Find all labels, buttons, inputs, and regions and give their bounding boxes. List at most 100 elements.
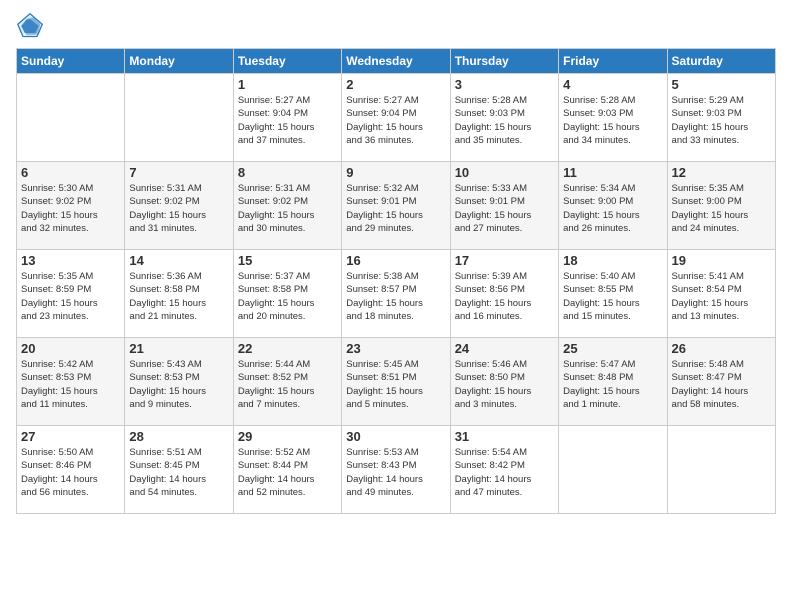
weekday-header: Tuesday: [233, 49, 341, 74]
day-number: 11: [563, 165, 662, 180]
calendar-cell: 25 Sunrise: 5:47 AMSunset: 8:48 PMDayligh…: [559, 338, 667, 426]
day-info: Sunrise: 5:34 AMSunset: 9:00 PMDaylight:…: [563, 182, 662, 235]
weekday-header: Sunday: [17, 49, 125, 74]
day-info: Sunrise: 5:50 AMSunset: 8:46 PMDaylight:…: [21, 446, 120, 499]
calendar-cell: 2Sunrise: 5:27 AMSunset: 9:04 PMDaylight…: [342, 74, 450, 162]
calendar-cell: 16 Sunrise: 5:38 AMSunset: 8:57 PMDayligh…: [342, 250, 450, 338]
day-info: Sunrise: 5:42 AMSunset: 8:53 PMDaylight:…: [21, 358, 120, 411]
day-number: 8: [238, 165, 337, 180]
day-info: Sunrise: 5:27 AMSunset: 9:04 PMDaylight:…: [238, 94, 337, 147]
day-info: Sunrise: 5:46 AMSunset: 8:50 PMDaylight:…: [455, 358, 554, 411]
day-info: Sunrise: 5:35 AMSunset: 8:59 PMDaylight:…: [21, 270, 120, 323]
day-info: Sunrise: 5:53 AMSunset: 8:43 PMDaylight:…: [346, 446, 445, 499]
day-info: Sunrise: 5:37 AMSunset: 8:58 PMDaylight:…: [238, 270, 337, 323]
calendar-cell: 27 Sunrise: 5:50 AMSunset: 8:46 PMDayligh…: [17, 426, 125, 514]
weekday-header: Thursday: [450, 49, 558, 74]
day-number: 27: [21, 429, 120, 444]
logo: [16, 12, 48, 40]
calendar-cell: 18 Sunrise: 5:40 AMSunset: 8:55 PMDayligh…: [559, 250, 667, 338]
day-info: Sunrise: 5:52 AMSunset: 8:44 PMDaylight:…: [238, 446, 337, 499]
day-info: Sunrise: 5:28 AMSunset: 9:03 PMDaylight:…: [563, 94, 662, 147]
calendar-cell: 19 Sunrise: 5:41 AMSunset: 8:54 PMDayligh…: [667, 250, 775, 338]
day-info: Sunrise: 5:27 AMSunset: 9:04 PMDaylight:…: [346, 94, 445, 147]
day-number: 22: [238, 341, 337, 356]
day-number: 23: [346, 341, 445, 356]
day-number: 15: [238, 253, 337, 268]
calendar-cell: [559, 426, 667, 514]
calendar-cell: 6 Sunrise: 5:30 AMSunset: 9:02 PMDaylight…: [17, 162, 125, 250]
day-info: Sunrise: 5:38 AMSunset: 8:57 PMDaylight:…: [346, 270, 445, 323]
day-info: Sunrise: 5:41 AMSunset: 8:54 PMDaylight:…: [672, 270, 771, 323]
day-number: 13: [21, 253, 120, 268]
calendar-cell: 22 Sunrise: 5:44 AMSunset: 8:52 PMDayligh…: [233, 338, 341, 426]
logo-icon: [16, 12, 44, 40]
day-info: Sunrise: 5:31 AMSunset: 9:02 PMDaylight:…: [238, 182, 337, 235]
calendar-cell: 30 Sunrise: 5:53 AMSunset: 8:43 PMDayligh…: [342, 426, 450, 514]
calendar-cell: 8 Sunrise: 5:31 AMSunset: 9:02 PMDaylight…: [233, 162, 341, 250]
day-number: 16: [346, 253, 445, 268]
day-number: 21: [129, 341, 228, 356]
day-info: Sunrise: 5:44 AMSunset: 8:52 PMDaylight:…: [238, 358, 337, 411]
day-number: 18: [563, 253, 662, 268]
day-info: Sunrise: 5:48 AMSunset: 8:47 PMDaylight:…: [672, 358, 771, 411]
day-number: 31: [455, 429, 554, 444]
day-info: Sunrise: 5:54 AMSunset: 8:42 PMDaylight:…: [455, 446, 554, 499]
day-number: 26: [672, 341, 771, 356]
calendar-cell: 13 Sunrise: 5:35 AMSunset: 8:59 PMDayligh…: [17, 250, 125, 338]
day-number: 9: [346, 165, 445, 180]
header: [16, 12, 776, 40]
day-number: 20: [21, 341, 120, 356]
day-info: Sunrise: 5:28 AMSunset: 9:03 PMDaylight:…: [455, 94, 554, 147]
day-number: 24: [455, 341, 554, 356]
page: SundayMondayTuesdayWednesdayThursdayFrid…: [0, 0, 792, 612]
day-info: Sunrise: 5:30 AMSunset: 9:02 PMDaylight:…: [21, 182, 120, 235]
day-number: 1: [238, 77, 337, 92]
weekday-header: Wednesday: [342, 49, 450, 74]
calendar-cell: 28 Sunrise: 5:51 AMSunset: 8:45 PMDayligh…: [125, 426, 233, 514]
calendar-cell: 31 Sunrise: 5:54 AMSunset: 8:42 PMDayligh…: [450, 426, 558, 514]
day-number: 17: [455, 253, 554, 268]
day-number: 28: [129, 429, 228, 444]
day-info: Sunrise: 5:51 AMSunset: 8:45 PMDaylight:…: [129, 446, 228, 499]
weekday-header: Monday: [125, 49, 233, 74]
calendar-cell: 23 Sunrise: 5:45 AMSunset: 8:51 PMDayligh…: [342, 338, 450, 426]
day-number: 6: [21, 165, 120, 180]
day-info: Sunrise: 5:32 AMSunset: 9:01 PMDaylight:…: [346, 182, 445, 235]
calendar-cell: 17 Sunrise: 5:39 AMSunset: 8:56 PMDayligh…: [450, 250, 558, 338]
calendar-cell: 21 Sunrise: 5:43 AMSunset: 8:53 PMDayligh…: [125, 338, 233, 426]
calendar-cell: 9 Sunrise: 5:32 AMSunset: 9:01 PMDaylight…: [342, 162, 450, 250]
calendar-cell: 20 Sunrise: 5:42 AMSunset: 8:53 PMDayligh…: [17, 338, 125, 426]
day-number: 5: [672, 77, 771, 92]
day-number: 29: [238, 429, 337, 444]
calendar-cell: 26 Sunrise: 5:48 AMSunset: 8:47 PMDayligh…: [667, 338, 775, 426]
day-info: Sunrise: 5:35 AMSunset: 9:00 PMDaylight:…: [672, 182, 771, 235]
calendar-cell: 14 Sunrise: 5:36 AMSunset: 8:58 PMDayligh…: [125, 250, 233, 338]
weekday-header: Friday: [559, 49, 667, 74]
calendar-cell: 24 Sunrise: 5:46 AMSunset: 8:50 PMDayligh…: [450, 338, 558, 426]
day-info: Sunrise: 5:40 AMSunset: 8:55 PMDaylight:…: [563, 270, 662, 323]
calendar-cell: 1 Sunrise: 5:27 AMSunset: 9:04 PMDaylight…: [233, 74, 341, 162]
weekday-header: Saturday: [667, 49, 775, 74]
calendar: SundayMondayTuesdayWednesdayThursdayFrid…: [16, 48, 776, 514]
day-number: 25: [563, 341, 662, 356]
calendar-cell: 10 Sunrise: 5:33 AMSunset: 9:01 PMDayligh…: [450, 162, 558, 250]
calendar-cell: [17, 74, 125, 162]
day-info: Sunrise: 5:36 AMSunset: 8:58 PMDaylight:…: [129, 270, 228, 323]
day-number: 4: [563, 77, 662, 92]
calendar-cell: [125, 74, 233, 162]
day-info: Sunrise: 5:33 AMSunset: 9:01 PMDaylight:…: [455, 182, 554, 235]
day-number: 12: [672, 165, 771, 180]
day-number: 14: [129, 253, 228, 268]
day-number: 10: [455, 165, 554, 180]
calendar-cell: 12 Sunrise: 5:35 AMSunset: 9:00 PMDayligh…: [667, 162, 775, 250]
calendar-cell: 11 Sunrise: 5:34 AMSunset: 9:00 PMDayligh…: [559, 162, 667, 250]
day-info: Sunrise: 5:45 AMSunset: 8:51 PMDaylight:…: [346, 358, 445, 411]
day-number: 19: [672, 253, 771, 268]
calendar-cell: 29 Sunrise: 5:52 AMSunset: 8:44 PMDayligh…: [233, 426, 341, 514]
day-info: Sunrise: 5:29 AMSunset: 9:03 PMDaylight:…: [672, 94, 771, 147]
day-info: Sunrise: 5:39 AMSunset: 8:56 PMDaylight:…: [455, 270, 554, 323]
calendar-cell: 15 Sunrise: 5:37 AMSunset: 8:58 PMDayligh…: [233, 250, 341, 338]
day-number: 30: [346, 429, 445, 444]
day-info: Sunrise: 5:43 AMSunset: 8:53 PMDaylight:…: [129, 358, 228, 411]
day-info: Sunrise: 5:47 AMSunset: 8:48 PMDaylight:…: [563, 358, 662, 411]
